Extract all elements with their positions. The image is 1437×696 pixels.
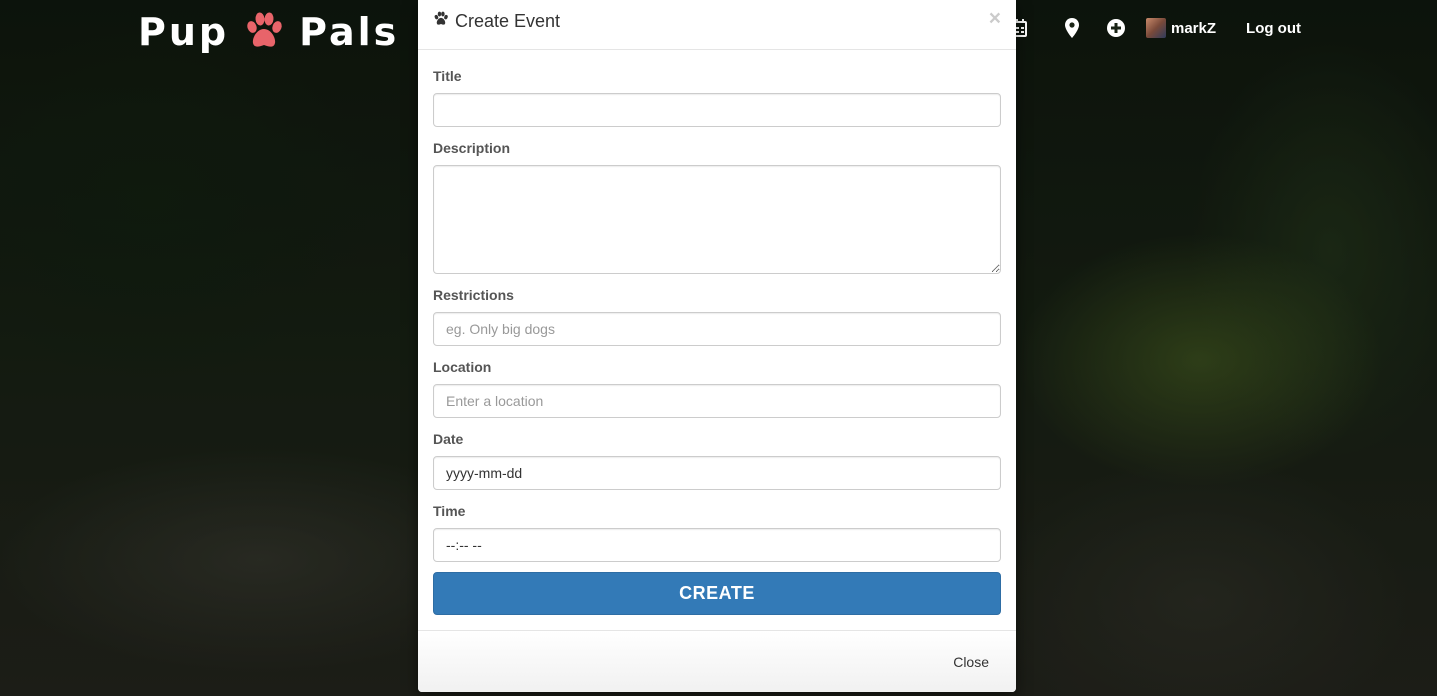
paw-icon [433,11,449,32]
location-input[interactable] [433,384,1001,418]
modal-footer: Close [418,630,1016,692]
date-input[interactable] [433,456,1001,490]
plus-circle-icon[interactable] [1106,17,1126,39]
username-label: markZ [1171,19,1217,37]
restrictions-label: Restrictions [433,287,514,303]
modal-header: Create Event × [418,0,1016,50]
top-nav: markZ Log out [1010,17,1301,39]
brand-right-text: Pals [299,10,400,54]
time-label: Time [433,503,466,519]
time-input[interactable] [433,528,1001,562]
map-marker-icon[interactable] [1062,17,1082,39]
create-button[interactable]: CREATE [433,572,1001,615]
close-button[interactable]: Close [953,654,989,670]
date-label: Date [433,431,464,447]
close-icon[interactable]: × [989,8,1001,29]
title-input[interactable] [433,93,1001,127]
description-textarea[interactable] [433,165,1001,274]
paw-icon [243,11,285,53]
modal-title: Create Event [433,11,560,32]
restrictions-input[interactable] [433,312,1001,346]
create-event-modal: Create Event × Title Description Restric… [418,0,1016,692]
brand-left-text: Pup [138,10,230,54]
description-label: Description [433,140,511,156]
brand-logo[interactable]: Pup Pals [138,10,399,54]
title-label: Title [433,68,462,84]
avatar [1146,18,1166,38]
location-label: Location [433,359,492,375]
logout-link[interactable]: Log out [1246,20,1301,37]
user-menu[interactable]: markZ [1146,18,1216,38]
modal-title-text: Create Event [455,11,561,31]
